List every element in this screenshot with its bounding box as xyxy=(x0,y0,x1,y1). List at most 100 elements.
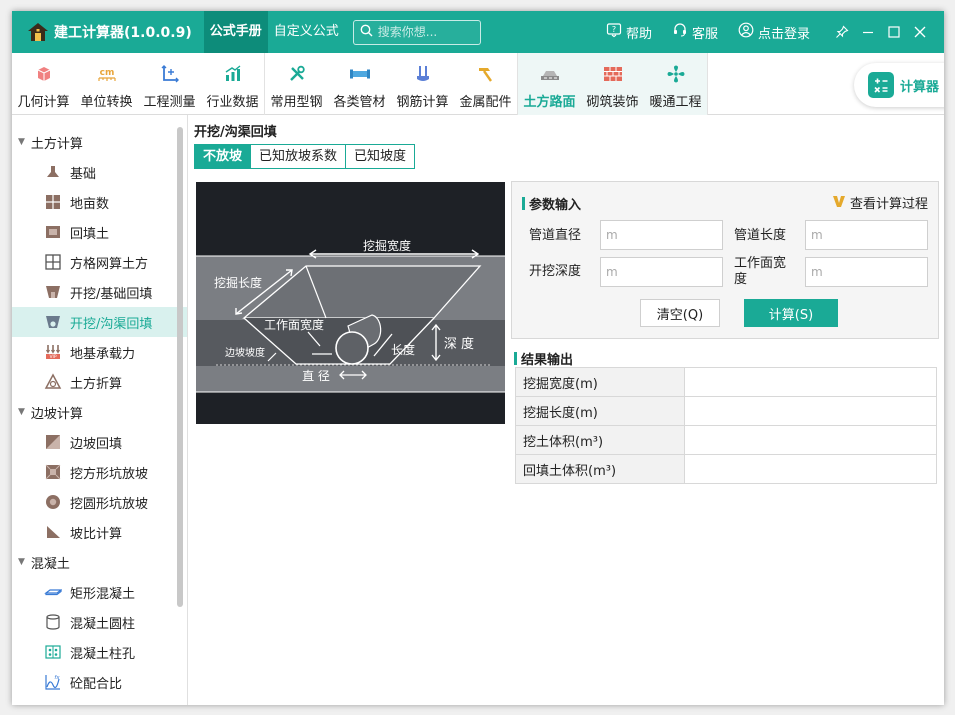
sidebar-item-label: 混凝土圆柱 xyxy=(70,616,136,632)
sidebar-scrollbar[interactable] xyxy=(177,127,183,607)
table-row: 挖掘长度(m) xyxy=(515,396,937,426)
ribbon-rebar[interactable]: 钢筋计算 xyxy=(391,53,454,115)
sidebar-item-trench-backfill[interactable]: 开挖/沟渠回填 xyxy=(12,307,187,337)
sidebar-item-mix-ratio[interactable]: fx 砼配合比 xyxy=(12,667,187,697)
service-link[interactable]: 客服 xyxy=(672,22,718,42)
calculator-button[interactable]: 计算器 xyxy=(854,63,944,107)
work-face-width-input[interactable] xyxy=(805,257,928,287)
help-label: 帮助 xyxy=(625,26,652,42)
pipe-diameter-label: 管道直径 xyxy=(529,228,582,243)
earthwork-conversion-icon xyxy=(44,373,62,391)
minimize-icon[interactable] xyxy=(856,20,880,44)
view-calc-process-link[interactable]: 查看计算过程 xyxy=(832,193,928,212)
ribbon-metal-fittings[interactable]: 金属配件 xyxy=(454,53,517,115)
segment-no-slope[interactable]: 不放坡 xyxy=(194,144,252,169)
fan-icon xyxy=(665,63,687,85)
ribbon-label: 几何计算 xyxy=(17,95,70,110)
sidebar-group-earthwork[interactable]: ▼ 土方计算 xyxy=(12,127,187,157)
close-icon[interactable] xyxy=(908,20,932,44)
sidebar-item-slope-backfill[interactable]: 边坡回填 xyxy=(12,427,187,457)
cylinder-icon xyxy=(44,613,62,631)
sidebar-item-slope-ratio[interactable]: 坡比计算 xyxy=(12,517,187,547)
tab-formula-manual[interactable]: 公式手册 xyxy=(203,11,268,53)
ribbon-label: 金属配件 xyxy=(459,95,512,110)
ribbon-label: 行业数据 xyxy=(206,95,259,110)
sidebar-item-round-pit[interactable]: 挖圆形坑放坡 xyxy=(12,487,187,517)
search-input[interactable] xyxy=(377,25,474,39)
rect-concrete-icon xyxy=(44,583,62,601)
sidebar-item-label: 回填土 xyxy=(70,226,110,242)
pipe-diameter-input[interactable] xyxy=(600,220,723,250)
segment-known-slope[interactable]: 已知坡度 xyxy=(345,144,416,169)
login-link[interactable]: 点击登录 xyxy=(738,22,810,42)
sidebar-group-slope[interactable]: ▼ 边坡计算 xyxy=(12,397,187,427)
pipe-length-input[interactable] xyxy=(805,220,928,250)
pipe-icon xyxy=(349,63,371,85)
result-value xyxy=(684,396,937,426)
pin-icon[interactable] xyxy=(830,20,854,44)
sidebar-item-grid-earthwork[interactable]: 方格网算土方 xyxy=(12,247,187,277)
label-work-width: 工作面宽度 xyxy=(264,317,324,332)
ribbon-geometry[interactable]: 几何计算 xyxy=(12,53,75,115)
ribbon-label: 常用型钢 xyxy=(270,95,323,110)
calculate-button[interactable]: 计算(S) xyxy=(744,299,838,327)
ribbon-toolbar: 几何计算 cm 单位转换 工程测量 行业数据 常用型钢 各类管材 钢筋计算 金属… xyxy=(12,53,944,115)
sidebar-item-excavation-foundation[interactable]: 开挖/基础回填 xyxy=(12,277,187,307)
sidebar-item-bearing-capacity[interactable]: VIP 地基承载力 xyxy=(12,337,187,367)
search-box[interactable] xyxy=(352,19,481,45)
pipe-end xyxy=(335,331,369,365)
result-label: 挖土体积(m³) xyxy=(515,425,685,455)
ribbon-masonry-decoration[interactable]: 砌筑装饰 xyxy=(581,53,644,115)
bearing-capacity-icon: VIP xyxy=(44,343,62,361)
ribbon-pipes[interactable]: 各类管材 xyxy=(328,53,391,115)
label-dig-width: 挖掘宽度 xyxy=(363,238,411,253)
column-hole-icon xyxy=(44,643,62,661)
ribbon-survey[interactable]: 工程测量 xyxy=(138,53,201,115)
caret-down-icon: ▼ xyxy=(18,137,25,147)
maximize-icon[interactable] xyxy=(882,20,906,44)
ribbon-steel-sections[interactable]: 常用型钢 xyxy=(265,53,328,115)
ribbon-label: 暖通工程 xyxy=(649,95,702,110)
ribbon-earthwork-road[interactable]: 土方路面 xyxy=(518,53,581,115)
sidebar-item-label: 开挖/基础回填 xyxy=(70,286,153,302)
backfill-icon xyxy=(44,223,62,241)
content-panel: 开挖/沟渠回填 不放坡 已知放坡系数 已知坡度 挖掘宽度 挖掘长度 工作面宽度 … xyxy=(188,115,944,705)
headset-icon xyxy=(672,22,688,42)
ribbon-industry-data[interactable]: 行业数据 xyxy=(201,53,264,115)
sidebar-item-label: 地基承载力 xyxy=(70,346,136,362)
sidebar-list: ▼ 土方计算 基础 地亩数 回填土 方格网算土方 开挖/基础回填 开挖/沟渠回填… xyxy=(12,115,187,697)
table-row: 挖掘宽度(m) xyxy=(515,367,937,397)
label-slope: 边坡坡度 xyxy=(225,346,265,359)
sidebar-item-foundation[interactable]: 基础 xyxy=(12,157,187,187)
sidebar-item-label: 开挖/沟渠回填 xyxy=(70,316,153,332)
caret-down-icon: ▼ xyxy=(18,557,25,567)
ribbon-label: 各类管材 xyxy=(333,95,386,110)
wrench-tools-icon xyxy=(286,63,308,85)
dig-depth-input[interactable] xyxy=(600,257,723,287)
result-label: 回填土体积(m³) xyxy=(515,454,685,484)
tab-custom-formula[interactable]: 自定义公式 xyxy=(268,11,345,53)
sidebar-item-earthwork-conversion[interactable]: 土方折算 xyxy=(12,367,187,397)
app-window: 建工计算器(1.0.0.9) 公式手册 自定义公式 ? 帮助 客服 xyxy=(12,11,944,705)
vip-icon xyxy=(832,194,846,212)
sidebar-item-concrete-cylinder[interactable]: 混凝土圆柱 xyxy=(12,607,187,637)
help-link[interactable]: ? 帮助 xyxy=(606,22,652,42)
bar-chart-icon xyxy=(222,63,244,85)
ribbon-unit-convert[interactable]: cm 单位转换 xyxy=(75,53,138,115)
sidebar-item-land-area[interactable]: 地亩数 xyxy=(12,187,187,217)
sidebar-group-concrete[interactable]: ▼ 混凝土 xyxy=(12,547,187,577)
sidebar-item-square-pit[interactable]: 挖方形坑放坡 xyxy=(12,457,187,487)
sidebar-item-label: 砼配合比 xyxy=(70,676,123,692)
label-dig-length: 挖掘长度 xyxy=(214,275,262,290)
sidebar: ▼ 土方计算 基础 地亩数 回填土 方格网算土方 开挖/基础回填 开挖/沟渠回填… xyxy=(12,115,188,705)
sidebar-item-label: 挖圆形坑放坡 xyxy=(70,496,149,512)
title-bar: 建工计算器(1.0.0.9) 公式手册 自定义公式 ? 帮助 客服 xyxy=(12,11,944,53)
road-icon xyxy=(539,63,561,85)
sidebar-item-backfill[interactable]: 回填土 xyxy=(12,217,187,247)
sidebar-item-column-hole[interactable]: 混凝土柱孔 xyxy=(12,637,187,667)
ribbon-hvac[interactable]: 暖通工程 xyxy=(644,53,707,115)
clear-button[interactable]: 清空(Q) xyxy=(640,299,720,327)
sidebar-item-rect-concrete[interactable]: 矩形混凝土 xyxy=(12,577,187,607)
trench-diagram: 挖掘宽度 挖掘长度 工作面宽度 边坡坡度 长度 深 度 直 径 xyxy=(196,182,505,424)
segment-known-slope-coefficient[interactable]: 已知放坡系数 xyxy=(250,144,347,169)
